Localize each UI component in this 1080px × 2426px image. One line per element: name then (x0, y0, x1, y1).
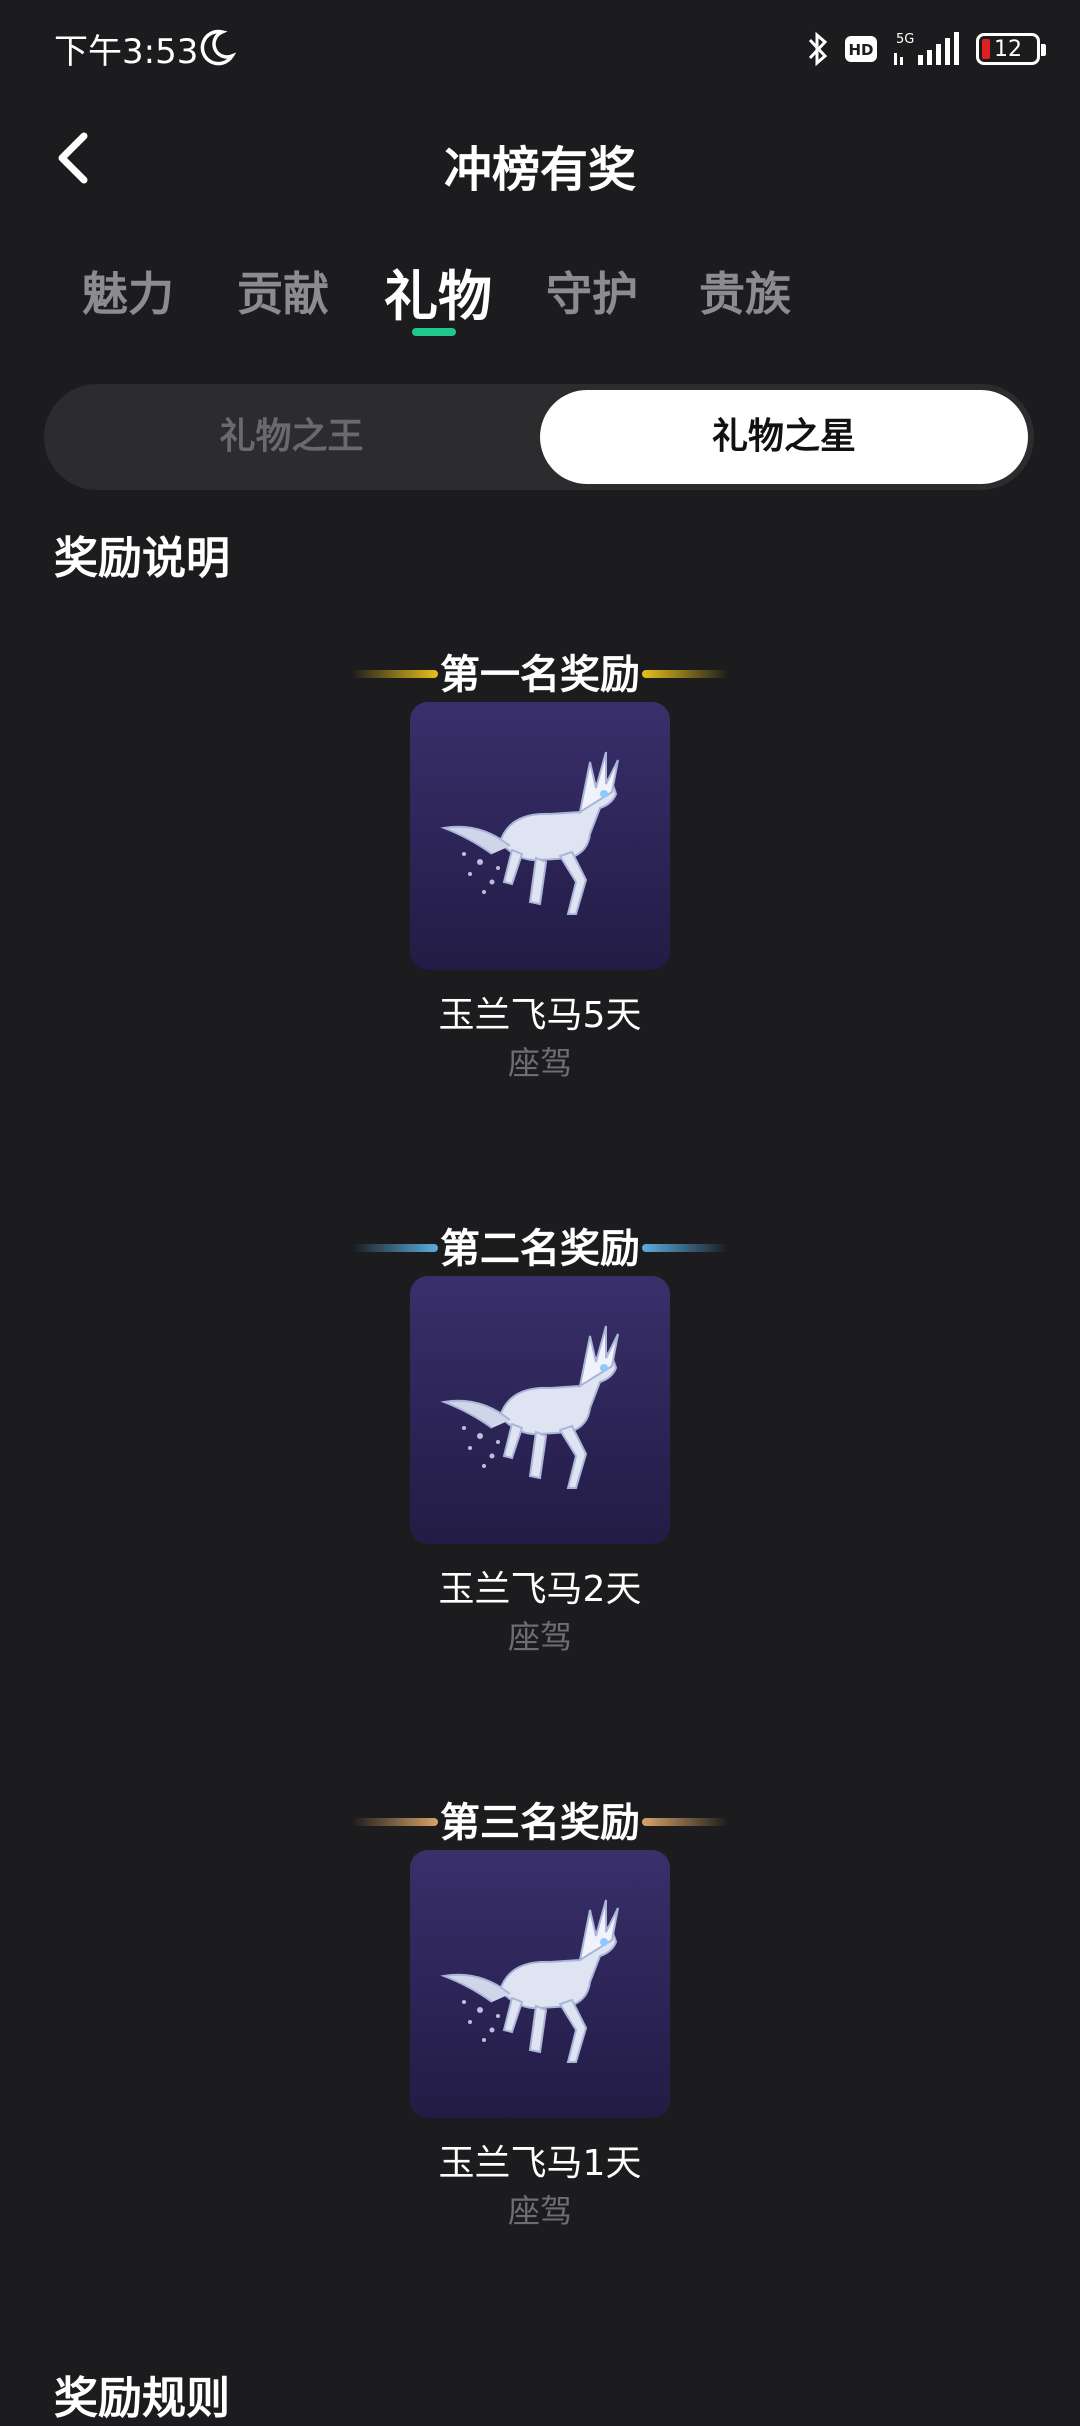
moon-icon (196, 28, 237, 68)
reward-name: 玉兰飞马2天 (438, 1569, 642, 1610)
reward-heading: 第二名奖励 (0, 1216, 1080, 1276)
reward-name: 玉兰飞马5天 (438, 995, 642, 1036)
bluetooth-icon (806, 30, 830, 68)
status-time: 下午3:53 (54, 32, 199, 72)
tab-charm[interactable]: 魅力 (82, 258, 174, 324)
reward-heading-label: 第三名奖励 (440, 1800, 640, 1846)
tab-contribution[interactable]: 贡献 (237, 258, 329, 324)
reward-heading-label: 第二名奖励 (440, 1226, 640, 1272)
heading-line-right (642, 1818, 728, 1826)
status-bar: 下午3:53 HD 5G 12 (0, 0, 1080, 100)
reward-image[interactable] (410, 1276, 670, 1544)
reward-name: 玉兰飞马1天 (438, 2143, 642, 2184)
segment-gift-king[interactable]: 礼物之王 (44, 384, 539, 490)
heading-line-right (642, 670, 728, 678)
reward-image[interactable] (410, 702, 670, 970)
reward-type: 座驾 (507, 1618, 572, 1656)
battery-level: 12 (994, 36, 1022, 62)
reward-heading: 第一名奖励 (0, 642, 1080, 702)
signal-5g-icon: 5G (892, 29, 962, 69)
page-title: 冲榜有奖 (443, 142, 636, 198)
reward-image[interactable] (410, 1850, 670, 2118)
pegasus-icon (440, 1325, 619, 1489)
reward-section-title: 奖励说明 (54, 533, 230, 584)
reward-type: 座驾 (507, 2192, 572, 2230)
tab-indicator (412, 328, 456, 336)
pegasus-icon (440, 751, 619, 915)
pegasus-icon (440, 1899, 619, 2063)
reward-heading-label: 第一名奖励 (440, 652, 640, 698)
reward-heading: 第三名奖励 (0, 1790, 1080, 1850)
battery-icon: 12 (976, 33, 1046, 65)
reward-type: 座驾 (507, 1044, 572, 1082)
svg-text:HD: HD (848, 41, 873, 59)
segment-gift-star[interactable]: 礼物之星 (540, 390, 1028, 484)
svg-text:5G: 5G (896, 32, 914, 47)
segmented-control: 礼物之王 礼物之星 (44, 384, 1034, 490)
tab-noble[interactable]: 贵族 (699, 258, 791, 324)
heading-line-right (642, 1244, 728, 1252)
tab-gift[interactable]: 礼物 (384, 252, 492, 331)
hd-icon: HD (844, 35, 878, 63)
rules-section-title: 奖励规则 (54, 2373, 230, 2424)
tab-guard[interactable]: 守护 (546, 258, 638, 324)
